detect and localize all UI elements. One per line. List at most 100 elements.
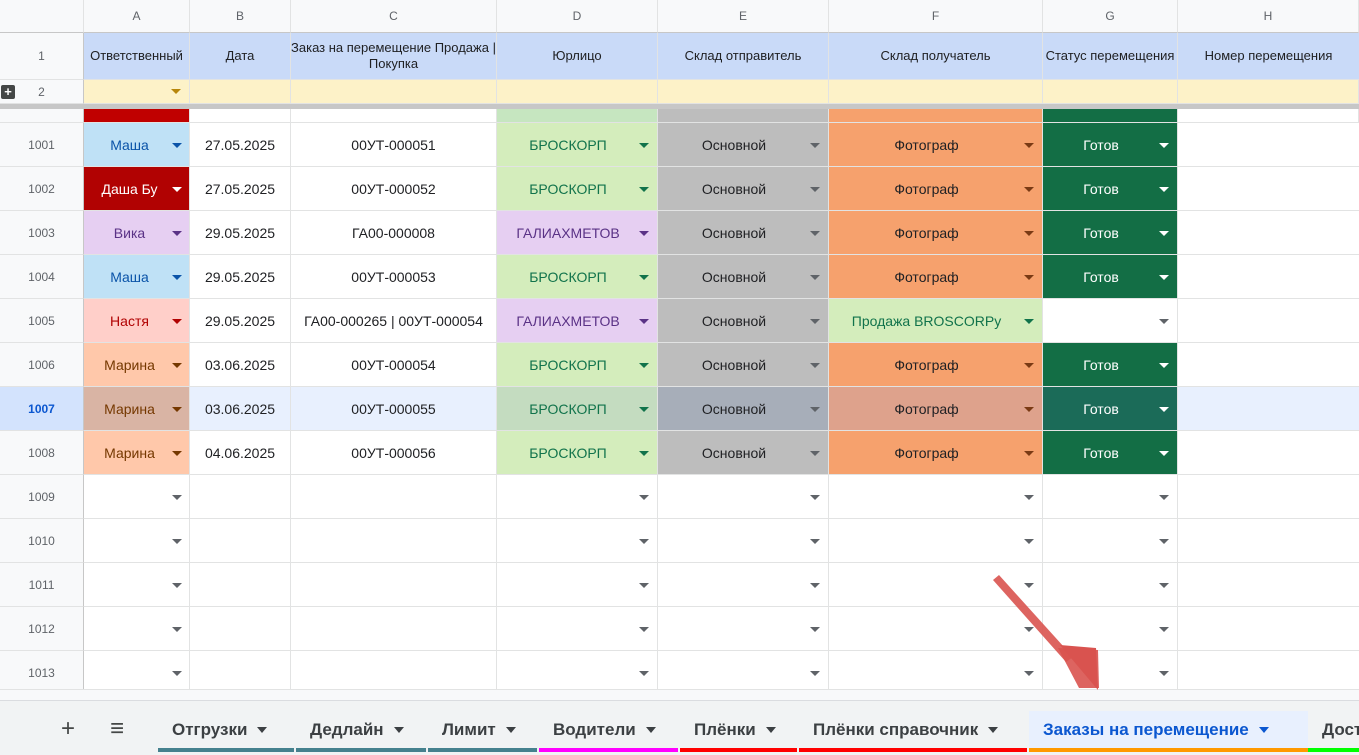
sheet-tab[interactable]: Плёнки справочник	[799, 711, 1027, 752]
column-header-e[interactable]: E	[658, 0, 829, 33]
cell-a[interactable]: Марина	[84, 431, 190, 475]
header-cell-b[interactable]: Дата	[190, 33, 291, 80]
cell-f[interactable]	[829, 563, 1043, 607]
dropdown-chip[interactable]: Основной	[658, 211, 828, 254]
cell-c[interactable]: 00УТ-000053	[291, 255, 497, 299]
dropdown-arrow-icon[interactable]	[1024, 274, 1034, 280]
cell-e[interactable]: Основной	[658, 343, 829, 387]
cell-e[interactable]	[658, 607, 829, 651]
dropdown-chip[interactable]: Даша Бу	[84, 167, 189, 210]
dropdown-arrow-icon[interactable]	[172, 538, 182, 544]
cell-f[interactable]	[829, 607, 1043, 651]
dropdown-arrow-icon[interactable]	[1159, 494, 1169, 500]
select-all-corner[interactable]	[0, 0, 84, 33]
cell-h[interactable]	[1178, 343, 1359, 387]
filter-cell-g[interactable]	[1043, 80, 1178, 104]
column-header-f[interactable]: F	[829, 0, 1043, 33]
dropdown-arrow-icon[interactable]	[1159, 274, 1169, 280]
dropdown-chip[interactable]	[84, 519, 189, 562]
dropdown-arrow-icon[interactable]	[1024, 670, 1034, 676]
cell-d[interactable]	[497, 519, 658, 563]
column-header-a[interactable]: A	[84, 0, 190, 33]
cell-f[interactable]: Фотограф	[829, 431, 1043, 475]
row-number[interactable]: 1006	[0, 343, 84, 387]
filter-cell-e[interactable]	[658, 80, 829, 104]
dropdown-chip[interactable]	[497, 651, 657, 694]
dropdown-chip[interactable]: ГАЛИАХМЕТОВ	[497, 211, 657, 254]
dropdown-chip[interactable]	[497, 519, 657, 562]
cell-g[interactable]	[1043, 299, 1178, 343]
dropdown-chip[interactable]: Маша	[84, 255, 189, 298]
dropdown-chip[interactable]	[84, 563, 189, 606]
dropdown-chip[interactable]	[658, 475, 828, 518]
dropdown-arrow-icon[interactable]	[810, 582, 820, 588]
cell-h[interactable]	[1178, 475, 1359, 519]
row-number[interactable]: 1005	[0, 299, 84, 343]
dropdown-arrow-icon[interactable]	[1024, 230, 1034, 236]
dropdown-chip[interactable]: ГАЛИАХМЕТОВ	[497, 299, 657, 342]
row-number[interactable]: 1011	[0, 563, 84, 607]
header-cell-g[interactable]: Статус перемещения	[1043, 33, 1178, 80]
dropdown-arrow-icon[interactable]	[810, 318, 820, 324]
dropdown-arrow-icon[interactable]	[172, 670, 182, 676]
dropdown-arrow-icon[interactable]	[639, 538, 649, 544]
cell-e[interactable]: Основной	[658, 431, 829, 475]
dropdown-chip[interactable]: Марина	[84, 387, 189, 430]
column-header-c[interactable]: C	[291, 0, 497, 33]
cell-d[interactable]: БРОСКОРП	[497, 167, 658, 211]
dropdown-arrow-icon[interactable]	[1024, 186, 1034, 192]
cell-a[interactable]: Маша	[84, 123, 190, 167]
cell-a[interactable]: Даша Бу	[84, 167, 190, 211]
cell-a[interactable]	[84, 475, 190, 519]
cell-d[interactable]: ГАЛИАХМЕТОВ	[497, 299, 658, 343]
cell-d[interactable]: БРОСКОРП	[497, 255, 658, 299]
dropdown-chip[interactable]	[1043, 563, 1177, 606]
cell-e[interactable]: Основной	[658, 123, 829, 167]
cell-b[interactable]: 03.06.2025	[190, 387, 291, 431]
header-cell-f[interactable]: Склад получатель	[829, 33, 1043, 80]
dropdown-arrow-icon[interactable]	[1159, 538, 1169, 544]
dropdown-arrow-icon[interactable]	[1159, 230, 1169, 236]
dropdown-chip[interactable]	[84, 475, 189, 518]
cell-g[interactable]: Готов	[1043, 387, 1178, 431]
dropdown-chip[interactable]: Продажа BROSCORPу	[829, 299, 1042, 342]
chevron-down-icon[interactable]	[257, 727, 268, 733]
dropdown-chip[interactable]: БРОСКОРП	[497, 255, 657, 298]
cell-c[interactable]	[291, 563, 497, 607]
dropdown-arrow-icon[interactable]	[172, 406, 182, 412]
cell-a[interactable]: Настя	[84, 299, 190, 343]
dropdown-arrow-icon[interactable]	[639, 274, 649, 280]
dropdown-chip[interactable]	[658, 519, 828, 562]
dropdown-chip[interactable]	[497, 563, 657, 606]
cell-h[interactable]	[1178, 563, 1359, 607]
dropdown-arrow-icon[interactable]	[639, 362, 649, 368]
cell-c[interactable]: ГА00-000008	[291, 211, 497, 255]
dropdown-chip[interactable]	[497, 607, 657, 650]
dropdown-chip[interactable]	[829, 563, 1042, 606]
header-cell-h[interactable]: Номер перемещения	[1178, 33, 1359, 80]
dropdown-chip[interactable]: БРОСКОРП	[497, 123, 657, 166]
cell-b[interactable]	[190, 563, 291, 607]
dropdown-arrow-icon[interactable]	[639, 450, 649, 456]
row-number[interactable]: 1004	[0, 255, 84, 299]
dropdown-arrow-icon[interactable]	[172, 362, 182, 368]
dropdown-arrow-icon[interactable]	[1159, 450, 1169, 456]
dropdown-chip[interactable]	[497, 475, 657, 518]
cell-f[interactable]: Продажа BROSCORPу	[829, 299, 1043, 343]
dropdown-chip[interactable]: Готов	[1043, 123, 1177, 166]
dropdown-chip[interactable]	[658, 651, 828, 694]
cell-g[interactable]: Готов	[1043, 431, 1178, 475]
dropdown-chip[interactable]: Готов	[1043, 255, 1177, 298]
cell-b[interactable]	[190, 607, 291, 651]
cell-h[interactable]	[1178, 211, 1359, 255]
sheet-tab[interactable]: Заказы на перемещение	[1029, 711, 1308, 752]
dropdown-chip[interactable]: Готов	[1043, 167, 1177, 210]
dropdown-chip[interactable]	[1043, 519, 1177, 562]
dropdown-arrow-icon[interactable]	[172, 626, 182, 632]
dropdown-chip[interactable]	[1043, 299, 1177, 342]
dropdown-arrow-icon[interactable]	[810, 362, 820, 368]
dropdown-arrow-icon[interactable]	[1159, 318, 1169, 324]
dropdown-chip[interactable]	[1043, 607, 1177, 650]
cell-g[interactable]: Готов	[1043, 343, 1178, 387]
all-sheets-icon[interactable]: ≡	[103, 715, 131, 743]
